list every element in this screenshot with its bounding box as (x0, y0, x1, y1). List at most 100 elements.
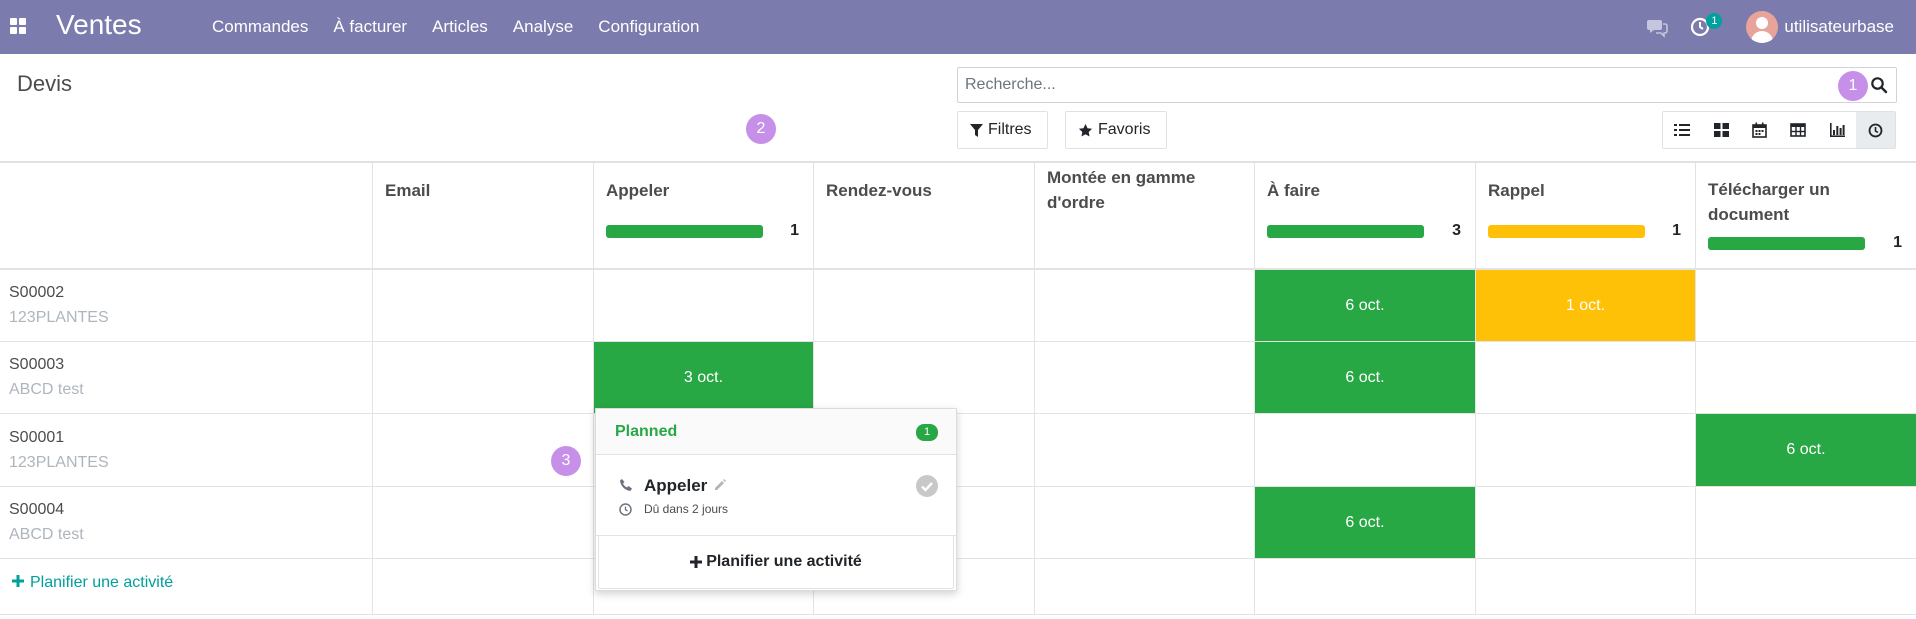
filters-label: Filtres (988, 121, 1032, 138)
activity-cell[interactable]: 1 oct. (1476, 270, 1695, 341)
column-header-montee-en-gamme[interactable]: Montée en gamme d'ordre (1035, 163, 1254, 267)
row-divider (0, 486, 1916, 487)
plan-activity-label: Planifier une activité (30, 574, 174, 591)
record-partner: ABCD test (9, 381, 84, 398)
list-icon (1674, 124, 1691, 136)
chat-icon[interactable] (1646, 16, 1669, 38)
menu-item-analyse[interactable]: Analyse (513, 17, 573, 37)
popover-due-text: Dû dans 2 jours (644, 502, 729, 516)
apps-menu-icon[interactable] (10, 18, 26, 34)
popover-plan-activity-button[interactable]: Planifier une activité (598, 535, 954, 589)
plus-icon (690, 556, 703, 568)
avatar (1746, 11, 1779, 43)
list-view-button[interactable] (1663, 112, 1702, 148)
activity-cell[interactable]: 6 oct. (1696, 414, 1916, 486)
plan-activity-link[interactable]: Planifier une activité (12, 574, 173, 592)
activity-cell[interactable]: 6 oct. (1255, 270, 1475, 341)
column-title: Rendez-vous (826, 181, 932, 200)
activity-cell[interactable]: 6 oct. (1255, 342, 1475, 413)
column-progress-bar[interactable] (1708, 237, 1865, 250)
record-s00004[interactable]: S00004 ABCD test (9, 501, 84, 544)
record-s00002[interactable]: S00002 123PLANTES (9, 284, 109, 327)
user-menu[interactable]: utilisateurbase (1746, 11, 1894, 43)
column-header-rendez-vous[interactable]: Rendez-vous (814, 163, 1034, 267)
record-s00001[interactable]: S00001 123PLANTES (9, 429, 109, 472)
view-switcher (1662, 111, 1897, 149)
star-icon (1078, 123, 1093, 136)
column-header-a-faire[interactable]: À faire 3 (1255, 163, 1475, 267)
footer-divider (0, 614, 1916, 615)
activity-icon (1868, 123, 1883, 137)
column-title: À faire (1267, 181, 1320, 200)
column-header-email[interactable]: Email (373, 163, 593, 267)
activity-cell[interactable]: 6 oct. (1255, 487, 1475, 558)
graph-view-button[interactable] (1817, 112, 1857, 148)
filters-button[interactable]: Filtres (957, 111, 1048, 149)
menu-item-commandes[interactable]: Commandes (212, 17, 308, 37)
activity-clock-icon[interactable]: 1 (1690, 13, 1723, 38)
menu-item-a-facturer[interactable]: À facturer (333, 17, 407, 37)
column-count: 1 (790, 222, 799, 239)
search-input[interactable] (958, 68, 1838, 102)
row-divider (0, 558, 1916, 559)
plus-icon (12, 575, 24, 587)
calendar-icon (1752, 122, 1768, 138)
activity-count-badge: 1 (1706, 13, 1723, 29)
pivot-view-button[interactable] (1779, 112, 1818, 148)
column-title: Rappel (1488, 181, 1545, 200)
kanban-icon (1713, 123, 1729, 137)
popover-activity-item[interactable]: Appeler Dû dans 2 jours (596, 456, 956, 536)
favorites-button[interactable]: Favoris (1065, 111, 1167, 149)
column-progress-bar[interactable] (1488, 225, 1645, 238)
graph-icon (1830, 123, 1846, 137)
top-navbar: Ventes Commandes À facturer Articles Ana… (0, 0, 1916, 54)
record-id: S00002 (9, 284, 65, 301)
pivot-icon (1790, 123, 1807, 137)
kanban-view-button[interactable] (1701, 112, 1741, 148)
record-partner: ABCD test (9, 526, 84, 543)
popover-title: Planned (615, 423, 678, 440)
row-divider (0, 413, 1916, 414)
column-count: 3 (1452, 222, 1461, 239)
pencil-icon[interactable] (713, 478, 727, 492)
popover-activity-name: Appeler (644, 476, 708, 495)
mark-done-icon[interactable] (916, 475, 938, 497)
clock-icon (619, 503, 632, 516)
search-box (957, 67, 1897, 103)
app-brand[interactable]: Ventes (56, 9, 142, 41)
popover-header: Planned 1 (596, 409, 956, 455)
favorites-label: Favoris (1098, 121, 1151, 138)
help-marker-2: 2 (746, 114, 776, 144)
popover-plan-activity-label: Planifier une activité (706, 553, 862, 570)
record-s00003[interactable]: S00003 ABCD test (9, 356, 84, 399)
column-header-rappel[interactable]: Rappel 1 (1476, 163, 1695, 267)
calendar-view-button[interactable] (1740, 112, 1780, 148)
column-progress-bar[interactable] (1267, 225, 1424, 238)
search-icon[interactable] (1870, 76, 1888, 94)
phone-icon (620, 479, 632, 491)
record-id: S00003 (9, 356, 65, 373)
record-partner: 123PLANTES (9, 454, 109, 471)
menu-item-configuration[interactable]: Configuration (598, 17, 699, 37)
record-partner: 123PLANTES (9, 309, 109, 326)
column-count: 1 (1672, 222, 1681, 239)
activity-cell[interactable]: 3 oct. (594, 342, 813, 413)
column-header-appeler[interactable]: Appeler 1 (594, 163, 813, 267)
column-title: Montée en gamme d'ordre (1047, 168, 1196, 212)
user-name: utilisateurbase (1784, 17, 1894, 36)
column-progress-bar[interactable] (606, 225, 763, 238)
column-title: Email (385, 181, 431, 200)
column-title: Appeler (606, 181, 670, 200)
navbar-systray: 1 utilisateurbase (1646, 10, 1894, 44)
menu-item-articles[interactable]: Articles (432, 17, 488, 37)
activity-view-button[interactable] (1856, 112, 1896, 148)
help-marker-3: 3 (551, 446, 581, 476)
page-title[interactable]: Devis (17, 71, 72, 97)
column-title: Télécharger un document (1708, 180, 1830, 224)
filter-icon (970, 123, 983, 137)
row-divider (0, 341, 1916, 342)
record-id: S00004 (9, 501, 65, 518)
activity-popover: Planned 1 Appeler Dû dans 2 jours Planif… (595, 408, 957, 591)
activity-grid: Email Appeler 1 Rendez-vous Montée en ga… (0, 163, 1916, 619)
column-header-telecharger-document[interactable]: Télécharger un document 1 (1696, 163, 1916, 267)
